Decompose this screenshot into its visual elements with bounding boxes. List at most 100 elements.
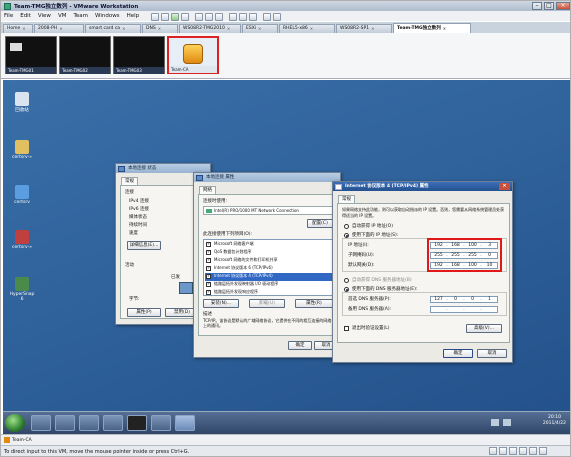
close-icon[interactable]: × bbox=[310, 25, 313, 33]
close-icon[interactable]: × bbox=[227, 25, 230, 33]
tab-home[interactable]: Home × bbox=[3, 24, 33, 33]
desktop-icon-certsrv-3[interactable]: certsrv-» bbox=[9, 230, 35, 250]
power-on-icon[interactable] bbox=[171, 13, 179, 21]
network-dialog-icon[interactable] bbox=[175, 415, 195, 431]
ip-octet[interactable] bbox=[431, 307, 446, 312]
advanced-button[interactable]: 高级(V)... bbox=[466, 324, 502, 333]
network-connections-icon[interactable] bbox=[151, 415, 171, 431]
thumbnail-team-tmg01[interactable]: Team-TMG01 bbox=[5, 36, 57, 74]
ip-octet[interactable] bbox=[448, 307, 463, 312]
console-view-icon[interactable] bbox=[249, 13, 257, 21]
tab-rhel5[interactable]: RHEL5-x86 × bbox=[279, 24, 335, 33]
unity-icon[interactable] bbox=[273, 13, 281, 21]
status-properties-button[interactable]: 属性(P) bbox=[127, 308, 161, 317]
component-checkbox[interactable]: ✓ bbox=[206, 266, 211, 271]
tab-team-tmg[interactable]: Team-TMG独立数列 × bbox=[393, 23, 471, 33]
tab-esxi[interactable]: ESXi × bbox=[242, 24, 278, 33]
close-icon[interactable]: × bbox=[443, 25, 446, 33]
desktop-icon-certsrv-2[interactable]: certsrv bbox=[9, 185, 35, 205]
cd-rom-icon[interactable] bbox=[499, 447, 507, 455]
thumbnail-team-ca[interactable]: Team-CA bbox=[167, 36, 219, 74]
reset-icon[interactable] bbox=[181, 13, 189, 21]
tab-ws08r2-sp1[interactable]: WS08R2-SP1 × bbox=[336, 24, 392, 33]
tab-smart-card-ca[interactable]: smart card ca × bbox=[85, 24, 141, 33]
server-manager-icon[interactable] bbox=[31, 415, 51, 431]
desktop-icon-certsrv-1[interactable]: certsrv-» bbox=[9, 140, 35, 160]
guest-desktop[interactable]: 回收站 certsrv-» certsrv certsrv-» HyperSna… bbox=[3, 80, 570, 434]
menu-edit[interactable]: Edit bbox=[20, 13, 31, 19]
tab-2008-ph[interactable]: 2008-PH × bbox=[34, 24, 84, 33]
component-item[interactable]: Internet 协议版本 6 (TCP/IPv6) bbox=[214, 265, 273, 271]
cert-authority-icon[interactable] bbox=[103, 415, 123, 431]
quick-switch-icon[interactable] bbox=[239, 13, 247, 21]
component-item-selected[interactable]: Internet 协议版本 4 (TCP/IPv4) bbox=[214, 273, 273, 279]
validate-label[interactable]: 退出时验证设置(L) bbox=[352, 325, 390, 331]
component-checkbox[interactable]: ✓ bbox=[206, 258, 211, 263]
menu-team[interactable]: Team bbox=[73, 13, 88, 19]
network-adapter-icon[interactable] bbox=[509, 447, 517, 455]
auto-ip-label[interactable]: 自动获得 IP 地址(O) bbox=[352, 223, 393, 229]
snapshot-manager-icon[interactable] bbox=[215, 13, 223, 21]
hard-disk-icon[interactable] bbox=[489, 447, 497, 455]
menu-vm[interactable]: VM bbox=[58, 13, 67, 19]
close-icon[interactable]: × bbox=[22, 25, 25, 33]
install-button[interactable]: 安装(N)... bbox=[203, 299, 239, 308]
uninstall-button[interactable]: 卸载(U) bbox=[249, 299, 285, 308]
ip-octet[interactable]: 127 bbox=[431, 297, 446, 302]
close-icon[interactable]: × bbox=[122, 25, 125, 33]
ip-octet[interactable]: 0 bbox=[448, 297, 463, 302]
preferred-dns-field[interactable]: 127. 0. 0. 1 bbox=[430, 296, 498, 303]
tray-volume-icon[interactable] bbox=[503, 419, 511, 426]
desktop-icon-recycle-bin[interactable]: 回收站 bbox=[9, 92, 35, 113]
snapshot-icon[interactable] bbox=[195, 13, 203, 21]
component-item[interactable]: Microsoft 网络客户端 bbox=[214, 241, 253, 247]
component-checkbox[interactable]: ✓ bbox=[206, 274, 211, 279]
close-icon[interactable]: × bbox=[371, 25, 374, 33]
power-off-icon[interactable] bbox=[151, 13, 159, 21]
thumbnail-team-tmg03[interactable]: Team-TMG03 bbox=[113, 36, 165, 74]
tray-clock[interactable]: 20:10 2011/4/22 bbox=[543, 415, 566, 427]
component-checkbox[interactable]: ✓ bbox=[206, 290, 211, 295]
close-button[interactable]: × bbox=[556, 2, 570, 10]
props-ok-button[interactable]: 确定 bbox=[288, 341, 312, 350]
powershell-icon[interactable] bbox=[55, 415, 75, 431]
menu-help[interactable]: Help bbox=[127, 13, 140, 19]
ip-octet[interactable]: 1 bbox=[482, 297, 497, 302]
auto-dns-radio[interactable] bbox=[344, 278, 349, 283]
tab-general[interactable]: 常规 bbox=[338, 195, 355, 203]
tab-general[interactable]: 常规 bbox=[121, 177, 138, 185]
sound-icon[interactable] bbox=[529, 447, 537, 455]
dialog-close-button[interactable]: × bbox=[499, 183, 510, 190]
ipv4-ok-button[interactable]: 确定 bbox=[443, 349, 473, 358]
component-item[interactable]: 链路层拓扑发现映射器 I/O 驱动程序 bbox=[214, 281, 278, 287]
component-item[interactable]: 链路层拓扑发现响应程序 bbox=[214, 289, 258, 295]
message-icon[interactable] bbox=[539, 447, 547, 455]
ip-octet[interactable] bbox=[482, 307, 497, 312]
start-button[interactable] bbox=[5, 414, 25, 432]
close-icon[interactable]: × bbox=[59, 25, 62, 33]
menu-windows[interactable]: Windows bbox=[95, 13, 120, 19]
tab-ws08r2-tmg2010[interactable]: WS08R2-TMG2010 × bbox=[179, 24, 241, 33]
suspend-icon[interactable] bbox=[161, 13, 169, 21]
command-prompt-icon[interactable] bbox=[127, 415, 147, 431]
details-button[interactable]: 详细信息(E)... bbox=[127, 241, 161, 250]
usb-icon[interactable] bbox=[519, 447, 527, 455]
alternate-dns-field[interactable]: . . . bbox=[430, 306, 498, 313]
full-screen-icon[interactable] bbox=[229, 13, 237, 21]
thumbnail-team-tmg02[interactable]: Team-TMG02 bbox=[59, 36, 111, 74]
desktop-icon-hypersnap[interactable]: HyperSnap 6 bbox=[9, 277, 35, 302]
menu-view[interactable]: View bbox=[38, 13, 51, 19]
minimize-button[interactable]: – bbox=[532, 2, 542, 10]
configure-button[interactable]: 配置(C) bbox=[307, 219, 333, 228]
thumbnail-bar-icon[interactable] bbox=[263, 13, 271, 21]
ipv4-cancel-button[interactable]: 取消 bbox=[477, 349, 507, 358]
component-checkbox[interactable]: ✓ bbox=[206, 242, 211, 247]
auto-ip-radio[interactable] bbox=[344, 224, 349, 229]
validate-checkbox[interactable] bbox=[344, 326, 349, 331]
ip-octet[interactable]: 0 bbox=[465, 297, 480, 302]
revert-snapshot-icon[interactable] bbox=[205, 13, 213, 21]
tab-networking[interactable]: 网络 bbox=[199, 186, 216, 194]
component-item[interactable]: QoS 数据包计划程序 bbox=[214, 249, 251, 255]
menu-file[interactable]: File bbox=[4, 13, 13, 19]
auto-dns-label[interactable]: 自动获得 DNS 服务器地址(B) bbox=[352, 277, 412, 283]
